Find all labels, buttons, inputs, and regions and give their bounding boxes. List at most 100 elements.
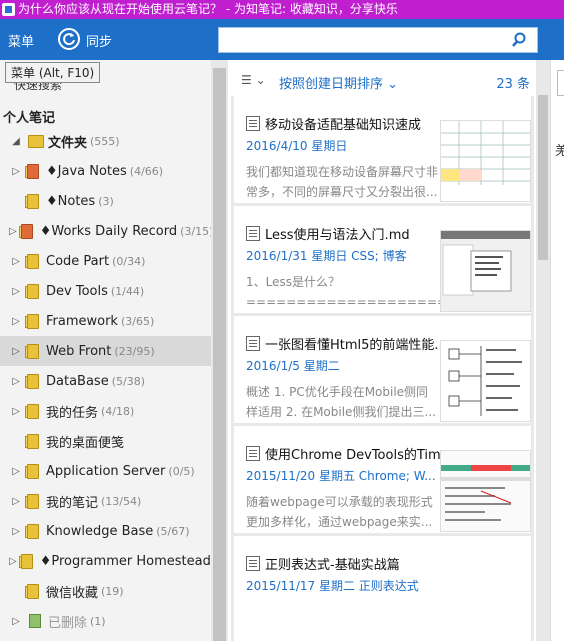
expand-arrow-icon[interactable]: ▷ — [9, 166, 23, 177]
search-icon[interactable] — [511, 32, 527, 52]
sidebar-item-label: 我的桌面便笺 — [46, 435, 125, 451]
note-thumbnail — [440, 450, 531, 532]
sidebar-scroll-thumb[interactable] — [213, 68, 226, 641]
preview-tab[interactable] — [557, 70, 564, 96]
sync-button[interactable]: 同步 — [86, 31, 112, 50]
sidebar-item[interactable]: ▷♦Programmer Homestead(12 — [0, 546, 211, 576]
notebook-icon — [25, 433, 41, 450]
note-title: 移动设备适配基础知识速成 — [265, 118, 422, 133]
note-icon — [246, 446, 260, 461]
sync-icon[interactable] — [58, 28, 80, 50]
list-header: ☰ ⌄ 按照创建日期排序 ⌄ 23 条 — [231, 60, 534, 100]
sidebar-item-count: (1) — [90, 614, 106, 628]
note-icon — [246, 336, 260, 351]
note-meta: 2015/11/17 星期二 正则表达式 — [246, 579, 419, 593]
sidebar-item-count: (5/38) — [111, 374, 145, 388]
notebook-icon — [25, 493, 41, 510]
expand-arrow-icon[interactable]: ▷ — [9, 226, 17, 237]
note-meta: 2016/1/31 星期日 CSS; 博客 — [246, 249, 407, 263]
sidebar-scrollbar[interactable] — [211, 60, 228, 641]
note-card[interactable]: 正则表达式-基础实战篇 2015/11/17 星期二 正则表达式 — [234, 536, 531, 641]
expand-arrow-icon[interactable]: ▷ — [9, 556, 17, 567]
expand-arrow-icon[interactable]: ▷ — [9, 376, 23, 387]
sidebar-item[interactable]: ▷ 我的任务 (4/18) — [0, 396, 211, 426]
search-input[interactable] — [218, 27, 538, 53]
expand-arrow-icon[interactable]: ▷ — [9, 526, 23, 537]
sidebar-item[interactable]: ▷ Application Server (0/5) — [0, 456, 211, 486]
expand-arrow-icon[interactable]: ▷ — [9, 406, 23, 417]
list-scroll-thumb[interactable] — [538, 95, 548, 260]
sidebar-item[interactable]: ▷ Web Front (23/95) — [0, 336, 211, 366]
expand-arrow-icon[interactable]: ▷ — [9, 496, 23, 507]
sidebar-item[interactable]: ▷ DataBase (5/38) — [0, 366, 211, 396]
folder-icon — [28, 134, 44, 148]
note-card[interactable]: 使用Chrome DevTools的Tim... 2015/11/20 星期五 … — [234, 426, 531, 533]
preview-text: 羌 — [555, 144, 564, 159]
notebook-icon — [25, 313, 41, 330]
sidebar-item-count: (1/44) — [110, 284, 145, 298]
note-card[interactable]: 移动设备适配基础知识速成 2016/4/10 星期日 我们都知道现在移动设备屏幕… — [234, 96, 531, 203]
note-title: Less使用与语法入门.md — [265, 228, 410, 243]
note-summary: 随着webpage可以承载的表现形式更加多样化，通过webpage来实... — [246, 495, 433, 529]
notebook-icon — [25, 373, 41, 390]
note-title: 正则表达式-基础实战篇 — [265, 558, 400, 573]
list-view-menu-icon[interactable]: ☰ ⌄ — [241, 73, 266, 87]
note-icon — [246, 226, 260, 241]
notebook-icon — [18, 553, 35, 570]
section-title: 个人笔记 — [3, 111, 56, 126]
sidebar-item[interactable]: ▷ Knowledge Base (5/67) — [0, 516, 211, 546]
note-summary: 概述 1. PC优化手段在Mobile侧同样适用 2. 在Mobile侧我们提出… — [246, 385, 436, 419]
menu-button[interactable]: 菜单 — [8, 31, 34, 50]
sidebar-item-label: ♦Works Daily Record — [39, 223, 178, 239]
sidebar-item[interactable]: ▷ Code Part (0/34) — [0, 246, 211, 276]
sort-dropdown[interactable]: 按照创建日期排序 ⌄ — [279, 73, 398, 92]
notebook-icon — [25, 283, 41, 300]
sidebar-item-label: ♦Programmer Homestead — [39, 553, 211, 569]
sidebar-item-count: (0/5) — [168, 464, 195, 478]
expand-arrow-icon[interactable]: ▷ — [9, 256, 23, 267]
sidebar-item[interactable]: ▷ Framework (3/65) — [0, 306, 211, 336]
expand-arrow-icon[interactable]: ▷ — [9, 616, 23, 627]
sidebar-item-label: Dev Tools — [46, 283, 108, 299]
note-count: 23 条 — [496, 77, 530, 92]
sidebar-item-label: 我的任务 — [46, 405, 99, 421]
note-meta: 2016/1/5 星期二 — [246, 359, 340, 373]
sidebar-item-count: (3/15) — [180, 224, 211, 238]
sidebar-item[interactable]: ▷微信收藏(19) — [0, 576, 211, 606]
expand-arrow-icon[interactable]: ◢ — [9, 136, 23, 147]
note-icon — [246, 116, 260, 131]
note-thumbnail — [440, 120, 531, 202]
sidebar-item[interactable]: ▷我的桌面便笺 — [0, 426, 211, 456]
note-summary: 1、Less是什么？ ===================== Less类似于… — [246, 275, 440, 309]
sidebar-item-label: ♦Notes — [46, 193, 96, 209]
note-card[interactable]: 一张图看懂Html5的前端性能... 2016/1/5 星期二 概述 1. PC… — [234, 316, 531, 423]
menu-tooltip: 菜单 (Alt, F10) — [5, 62, 101, 83]
sidebar-item-label: 文件夹 — [48, 135, 88, 151]
list-scrollbar[interactable] — [536, 60, 550, 641]
sidebar-item[interactable]: ▷ ♦Works Daily Record (3/15) — [0, 216, 211, 246]
sidebar-item[interactable]: ◢ 文件夹 (555) — [0, 126, 211, 156]
sidebar-item[interactable]: ▷ 我的笔记 (13/54) — [0, 486, 211, 516]
sidebar: 快速搜索 个人笔记 ◢文件夹(555)▷♦Java Notes(4/66)▷♦N… — [0, 60, 211, 641]
note-meta: 2016/4/10 星期日 — [246, 139, 348, 153]
note-thumbnail — [440, 230, 531, 312]
sidebar-item-label: DataBase — [46, 373, 109, 389]
sidebar-item[interactable]: ▷ 已删除 (1) — [0, 606, 211, 636]
sidebar-item-count: (555) — [90, 134, 120, 148]
window-titlebar: 为什么你应该从现在开始使用云笔记？ - 为知笔记: 收藏知识，分享快乐 — [0, 0, 564, 19]
notebook-icon — [25, 583, 41, 600]
notebook-icon — [25, 253, 41, 270]
notebook-red-icon — [25, 163, 41, 180]
sidebar-item[interactable]: ▷♦Notes(3) — [0, 186, 211, 216]
expand-arrow-icon[interactable]: ▷ — [9, 346, 23, 357]
note-meta: 2015/11/20 星期五 Chrome; W... — [246, 469, 436, 483]
sidebar-item-count: (4/18) — [101, 404, 135, 418]
expand-arrow-icon[interactable]: ▷ — [9, 316, 23, 327]
note-title: 一张图看懂Html5的前端性能... — [265, 338, 440, 353]
expand-arrow-icon[interactable]: ▷ — [9, 286, 23, 297]
sidebar-item[interactable]: ▷ ♦Java Notes (4/66) — [0, 156, 211, 186]
sidebar-item[interactable]: ▷ Dev Tools (1/44) — [0, 276, 211, 306]
note-icon — [246, 556, 260, 571]
expand-arrow-icon[interactable]: ▷ — [9, 466, 23, 477]
note-card[interactable]: Less使用与语法入门.md 2016/1/31 星期日 CSS; 博客 1、L… — [234, 206, 531, 313]
